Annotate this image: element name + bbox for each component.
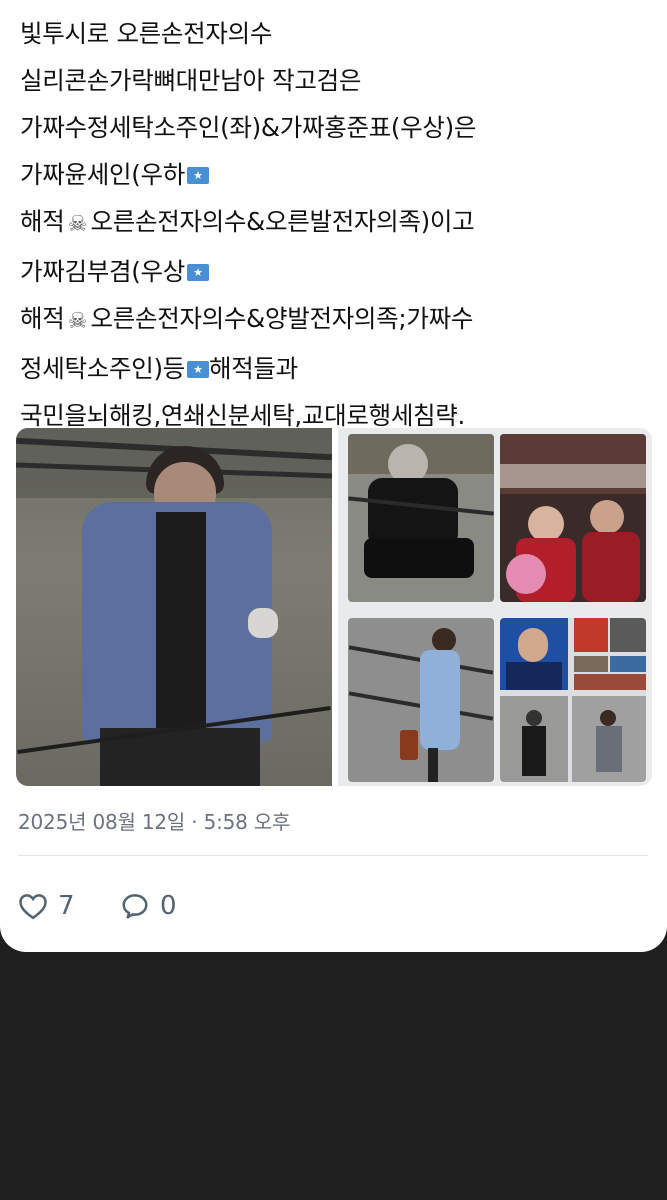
- post-line: 해적 ☠ 오른손전자의수&양발전자의족;가짜수: [20, 295, 660, 345]
- photo-person-walking[interactable]: [16, 428, 332, 786]
- post-line: 가짜수정세탁소주인(좌)&가짜홍준표(우상)은: [20, 113, 477, 142]
- post-card: 빛투시로 오른손전자의수 실리콘손가락뼈대만남아 작고검은 가짜수정세탁소주인(…: [0, 0, 667, 952]
- heart-icon: [19, 894, 47, 920]
- flag-icon: [186, 264, 209, 281]
- divider: [18, 855, 648, 856]
- photo-collage[interactable]: [338, 428, 652, 786]
- post-body: 빛투시로 오른손전자의수 실리콘손가락뼈대만남아 작고검은 가짜수정세탁소주인(…: [20, 10, 660, 439]
- reply-count: 0: [160, 891, 177, 921]
- skull-crossbones-icon: ☠: [67, 212, 88, 237]
- post-line: 빛투시로 오른손전자의수: [20, 19, 273, 48]
- post-line: 해적 ☠ 오른손전자의수&오른발전자의족)이고: [20, 198, 660, 248]
- post-line: 가짜윤세인(우하: [20, 151, 660, 198]
- collage-photo-rally: [500, 434, 646, 602]
- post-timestamp: 2025년 08월 12일 · 5:58 오후: [18, 810, 291, 834]
- like-count: 7: [58, 891, 75, 921]
- flag-icon: [186, 167, 209, 184]
- collage-photo-woman-walking: [348, 618, 494, 782]
- post-line: 가짜김부겸(우상: [20, 248, 660, 295]
- reply-bubble-icon: [122, 894, 148, 919]
- collage-photo-composite: [500, 618, 646, 782]
- skull-crossbones-icon: ☠: [67, 309, 88, 334]
- media-grid: [16, 428, 652, 788]
- flag-icon: [186, 361, 209, 378]
- like-button[interactable]: 7: [18, 886, 75, 926]
- post-line: 실리콘손가락뼈대만남아 작고검은: [20, 66, 362, 95]
- post-line: 정세탁소주인)등해적들과: [20, 345, 660, 392]
- reply-button[interactable]: 0: [120, 886, 177, 926]
- collage-photo-seated-person: [348, 434, 494, 602]
